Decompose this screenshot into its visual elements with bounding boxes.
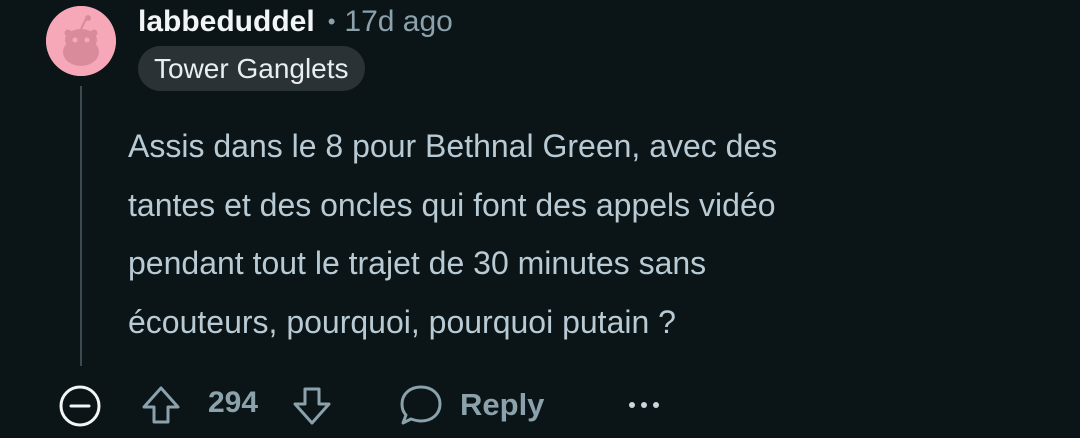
timestamp: 17d ago <box>344 5 453 38</box>
thread-line[interactable] <box>80 86 82 366</box>
avatar[interactable] <box>46 6 116 76</box>
downvote-arrow-icon <box>293 387 331 425</box>
comment-body-line: pendant tout le trajet de 30 minutes san… <box>128 245 707 281</box>
more-options-button[interactable] <box>624 390 664 420</box>
comment-body: Assis dans le 8 pour Bethnal Green, avec… <box>128 117 1028 351</box>
reply-label: Reply <box>460 387 545 422</box>
collapse-minus-icon <box>59 385 101 427</box>
speech-bubble-icon <box>400 385 442 425</box>
downvote-button[interactable] <box>290 384 334 428</box>
comment-body-line: tantes et des oncles qui font des appels… <box>128 186 776 223</box>
comment-header: labbeduddel • 17d ago <box>138 2 453 42</box>
more-options-icon <box>629 402 659 408</box>
collapse-button[interactable] <box>58 384 102 428</box>
meta-separator: • <box>327 9 336 34</box>
username[interactable]: labbeduddel <box>138 5 315 39</box>
user-flair: Tower Ganglets <box>138 46 365 91</box>
upvote-button[interactable] <box>139 383 183 427</box>
upvote-arrow-icon <box>142 386 180 424</box>
comment-actions: 294 Reply <box>0 372 1080 436</box>
comment-body-line: écouteurs, pourquoi, pourquoi putain ? <box>128 303 676 340</box>
vote-score: 294 <box>208 386 259 419</box>
comment-body-line: Assis dans le 8 pour Bethnal Green, avec… <box>128 128 778 164</box>
reddit-snoo-avatar-icon <box>46 6 116 76</box>
reply-button[interactable]: Reply <box>398 381 544 429</box>
comment: labbeduddel • 17d ago Tower Ganglets Ass… <box>0 0 1080 438</box>
